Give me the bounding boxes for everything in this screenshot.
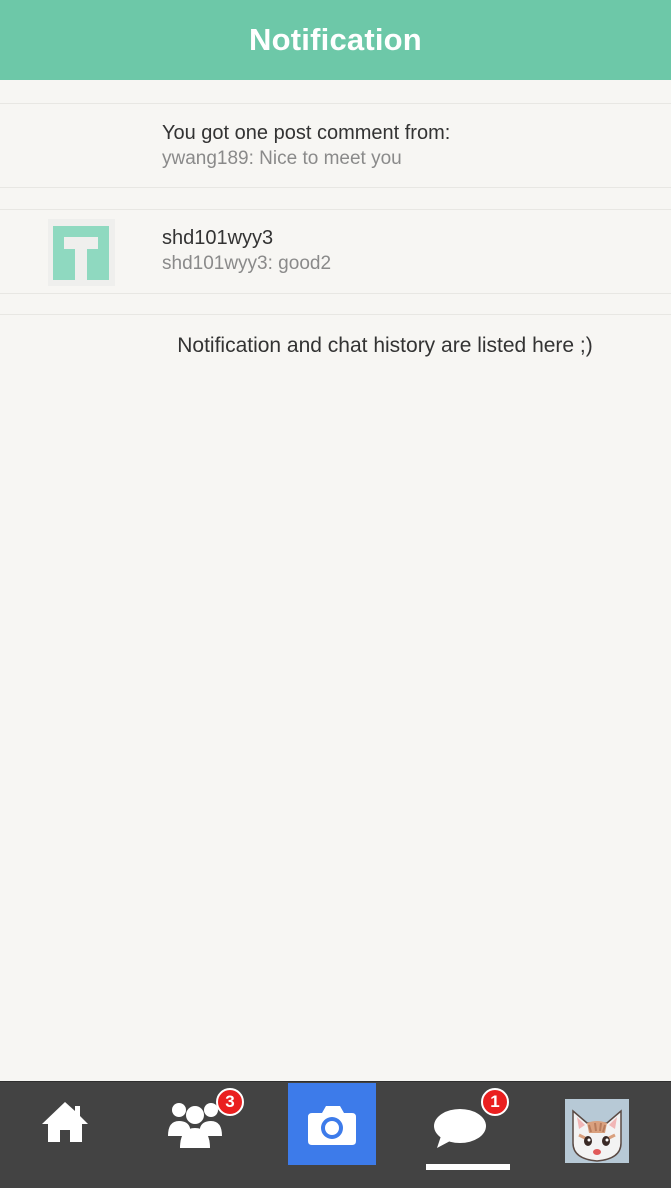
notification-subtitle: ywang189: Nice to meet you: [162, 148, 402, 169]
header-bar: Notification: [0, 0, 671, 80]
info-wrapper: Notification and chat history are listed…: [0, 334, 671, 364]
tab-camera[interactable]: [288, 1083, 376, 1165]
notification-item-post-comment[interactable]: You got one post comment from: ywang189:…: [0, 103, 671, 188]
active-tab-indicator: [426, 1164, 510, 1170]
identicon-avatar-icon: [48, 219, 115, 286]
home-icon: [42, 1102, 88, 1142]
bottom-tab-bar: 3 1: [0, 1081, 671, 1188]
notification-subtitle: shd101wyy3: good2: [162, 253, 332, 274]
divider: [0, 314, 671, 315]
cat-avatar-icon: [565, 1099, 629, 1163]
info-message: Notification and chat history are listed…: [177, 334, 593, 357]
notification-item-chat[interactable]: shd101wyy3 shd101wyy3: good2: [0, 209, 671, 294]
tab-home[interactable]: [30, 1082, 100, 1178]
chat-badge: 1: [481, 1088, 509, 1116]
friends-badge: 3: [216, 1088, 244, 1116]
notification-title: You got one post comment from:: [162, 122, 451, 144]
tab-friends[interactable]: 3: [160, 1082, 250, 1178]
tab-profile[interactable]: [565, 1099, 629, 1163]
camera-icon: [308, 1106, 356, 1145]
page-title: Notification: [249, 22, 422, 57]
avatar: [48, 219, 115, 286]
notification-title: shd101wyy3: [162, 227, 274, 249]
notification-page: Notification You got one post comment fr…: [0, 0, 671, 1188]
